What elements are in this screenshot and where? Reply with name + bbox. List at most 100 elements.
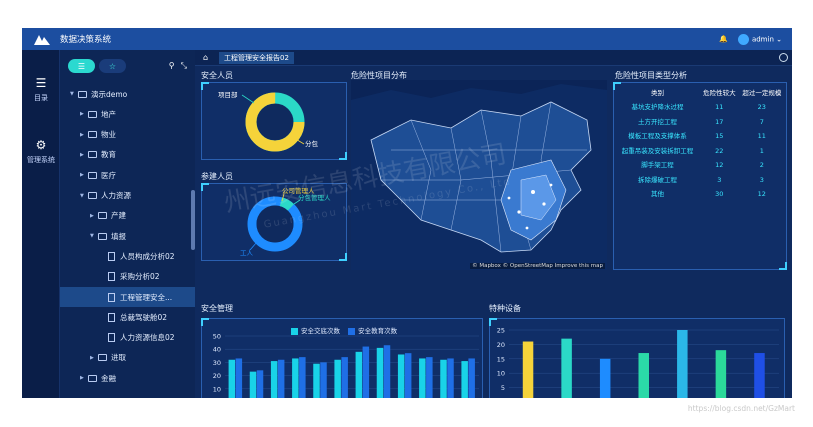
tab-report[interactable]: 工程管理安全报告02 <box>219 52 294 64</box>
bar <box>440 359 447 398</box>
tree-item-report[interactable]: 人力资源信息02 <box>60 328 195 348</box>
folder-icon <box>88 192 97 199</box>
table-row: 模板工程及支撑体系 15 11 <box>615 129 785 144</box>
folder-icon <box>88 171 97 179</box>
dashboard: 安全人员 项目部 分包 参建人员 公司管理人 分包管理人 工人 危险性项目分布 … <box>195 66 792 398</box>
favorites-tab[interactable]: ☆ <box>99 59 126 73</box>
section-title: 参建人员 <box>201 172 233 181</box>
collapse-icon[interactable]: ⤡ <box>181 61 187 71</box>
leader-line <box>241 94 255 104</box>
tree-item-folder[interactable]: ▶ 产建 <box>60 206 195 226</box>
folder-icon <box>88 374 97 382</box>
user-menu[interactable]: admin ⌄ <box>737 33 782 45</box>
map-attribution[interactable]: © Mapbox © OpenStreetMap Improve this ma… <box>470 263 605 269</box>
safety-mgmt-bar-chart: 010203040501 2 3 4 5 6 7 8 9 10 11 12 <box>213 334 479 398</box>
rail-label: 管理系统 <box>27 156 55 164</box>
tree-item-folder[interactable]: ▶ 金融 <box>60 368 195 388</box>
folder-icon <box>88 131 97 139</box>
document-icon <box>108 251 115 261</box>
bell-icon[interactable]: 🔔 <box>719 35 728 43</box>
section-title: 危险性项目类型分析 <box>615 71 687 80</box>
caret-right-icon[interactable]: ▶ <box>90 355 98 361</box>
search-icon[interactable]: ⚲ <box>169 61 175 71</box>
caret-right-icon[interactable]: ▶ <box>90 213 98 219</box>
tree-item-folder[interactable]: ▼ 填报 <box>60 226 195 246</box>
close-icon[interactable] <box>779 53 788 62</box>
bar <box>256 370 264 398</box>
tree-item-label: 产建 <box>111 211 126 221</box>
folder-icon <box>78 90 87 98</box>
tree-item-folder[interactable]: ▼ 演示demo <box>60 84 195 104</box>
tree-item-report[interactable]: 工程管理安全... <box>60 287 195 307</box>
tree-item-label: 地产 <box>101 109 116 119</box>
rail-label: 目录 <box>34 94 48 102</box>
table-row: 脚手架工程 12 2 <box>615 158 785 173</box>
table-cell: 22 <box>715 146 724 155</box>
bar <box>249 371 257 398</box>
section-title: 安全管理 <box>201 304 233 313</box>
bar <box>228 359 236 398</box>
bar <box>599 358 611 398</box>
table-cell: 起重吊装及安装拆卸工程 <box>621 146 694 155</box>
tree-item-label: 人力资源信息02 <box>120 333 175 343</box>
bar <box>754 353 765 398</box>
bar <box>313 363 320 398</box>
column-header: 危险性较大 <box>703 89 736 97</box>
chevron-down-icon: ⌄ <box>776 35 782 43</box>
caret-right-icon[interactable]: ▶ <box>80 375 88 381</box>
table-cell: 其他 <box>651 190 664 199</box>
column-header: 超过一定规模 <box>742 89 782 97</box>
rail-item-admin[interactable]: ⚙ 管理系统 <box>22 138 60 165</box>
caret-right-icon[interactable]: ▶ <box>80 111 88 117</box>
table-cell: 23 <box>757 103 766 112</box>
bar <box>461 361 468 398</box>
bar <box>468 358 475 398</box>
logo-icon <box>34 35 50 45</box>
table-row: 土方开挖工程 17 7 <box>615 115 785 130</box>
tree-item-report[interactable]: 人员构成分析02 <box>60 246 195 266</box>
table-cell: 11 <box>715 103 724 112</box>
caret-right-icon[interactable]: ▶ <box>80 132 88 138</box>
rail-item-catalog[interactable]: ☰ 目录 <box>22 76 60 103</box>
bar <box>397 354 405 398</box>
left-rail: ☰ 目录 ⚙ 管理系统 <box>22 50 60 398</box>
tree-item-folder[interactable]: ▶ 进取 <box>60 348 195 368</box>
table-cell: 3 <box>717 175 722 184</box>
caret-down-icon[interactable]: ▼ <box>80 193 88 199</box>
china-risk-map[interactable]: © Mapbox © OpenStreetMap Improve this ma… <box>351 80 607 270</box>
list-icon: ☰ <box>35 76 47 90</box>
y-tick-label: 20 <box>497 341 505 349</box>
caret-down-icon[interactable]: ▼ <box>90 233 98 239</box>
bar <box>522 341 534 398</box>
y-tick-label: 40 <box>213 346 221 354</box>
list-view-tab[interactable]: ☰ <box>68 59 95 73</box>
folder-icon <box>98 212 107 220</box>
tree-item-folder[interactable]: ▼ 人力资源 <box>60 186 195 206</box>
tree-item-label: 医疗 <box>101 170 116 180</box>
bar <box>362 346 370 398</box>
table-row: 拆除爆破工程 3 3 <box>615 173 785 188</box>
caret-right-icon[interactable]: ▶ <box>80 152 88 158</box>
tree-item-folder[interactable]: ▶ 物业 <box>60 125 195 145</box>
tree-item-folder[interactable]: ▶ 医疗 <box>60 165 195 185</box>
home-icon[interactable]: ⌂ <box>203 53 212 62</box>
bar <box>270 361 278 398</box>
table-cell: 模板工程及支撑体系 <box>628 132 687 141</box>
tree-item-report[interactable]: 总裁驾驶舱02 <box>60 307 195 327</box>
tree-item-folder[interactable]: ▶ 地产 <box>60 104 195 124</box>
list-icon: ☰ <box>77 61 86 71</box>
bar <box>638 353 649 398</box>
caret-down-icon[interactable]: ▼ <box>70 91 78 97</box>
donut-label-right: 分包管理人 <box>298 193 331 202</box>
section-title: 安全人员 <box>201 71 233 80</box>
table-cell: 12 <box>757 190 766 199</box>
caret-right-icon[interactable]: ▶ <box>80 172 88 178</box>
bar <box>292 358 299 398</box>
y-tick-label: 25 <box>497 327 505 335</box>
tree-item-report[interactable]: 采购分析02 <box>60 267 195 287</box>
tree-item-label: 总裁驾驶舱02 <box>120 312 168 322</box>
app-title: 数据决策系统 <box>60 35 112 45</box>
table-cell: 30 <box>715 190 724 199</box>
safety-people-panel: 项目部 分包 <box>201 82 347 160</box>
tree-item-folder[interactable]: ▶ 教育 <box>60 145 195 165</box>
